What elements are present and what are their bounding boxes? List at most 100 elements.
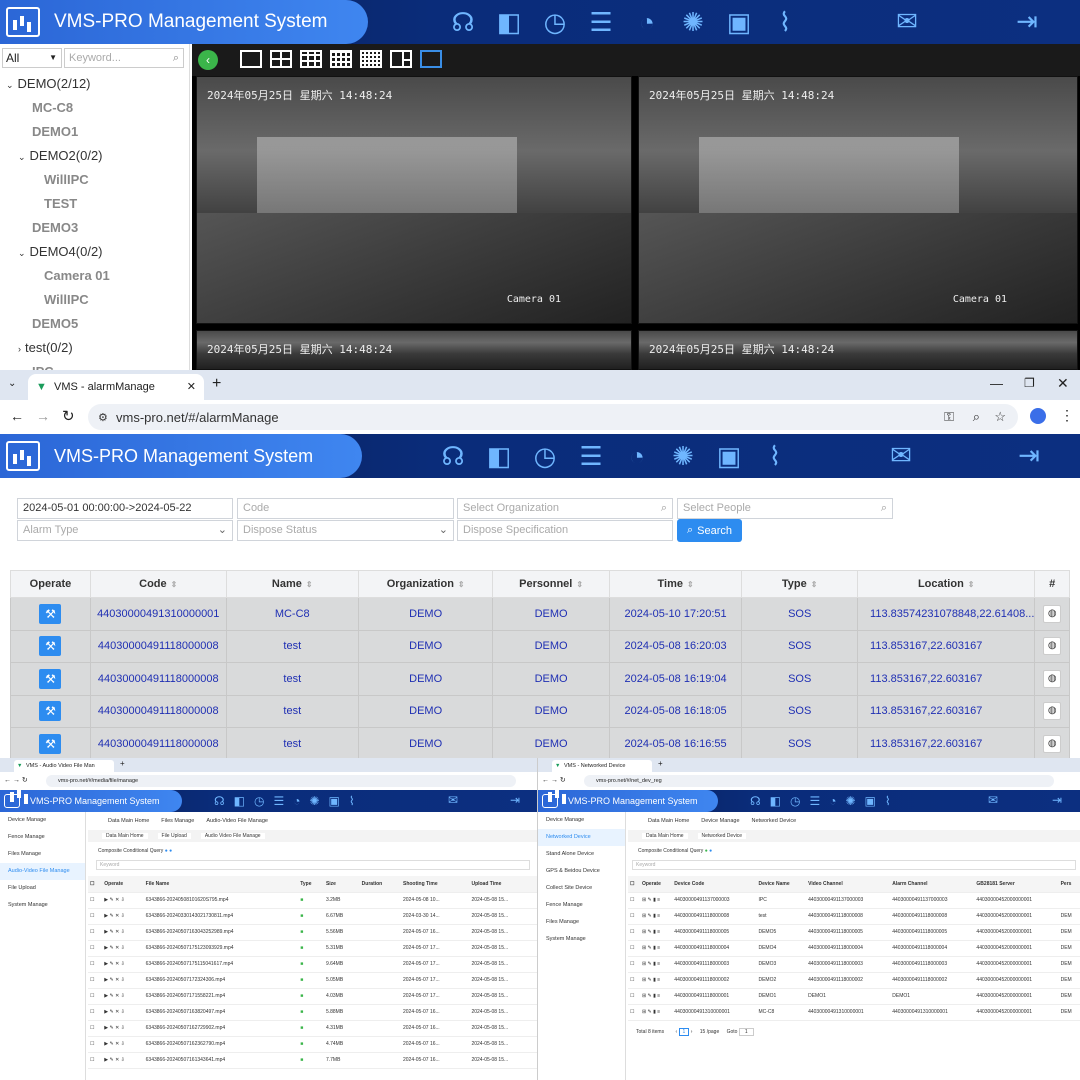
chevron-down-icon[interactable]: ⌄ <box>6 80 14 90</box>
sidebar-item[interactable]: System Manage <box>0 897 85 914</box>
sidebar-item[interactable]: Files Manage <box>0 846 85 863</box>
chevron-down-icon[interactable]: ⌄ <box>18 152 26 162</box>
close-window-icon[interactable]: ✕ <box>1057 375 1069 392</box>
fullscreen-icon[interactable] <box>420 50 442 68</box>
tree-node[interactable]: DEMO5 <box>18 316 78 331</box>
sidebar-item[interactable]: System Manage <box>538 931 625 948</box>
ai-screen-icon[interactable]: ▣ <box>706 443 752 469</box>
netdev-browser-tab[interactable]: ▼ VMS - Networked Device <box>552 760 652 772</box>
row-actions-icons[interactable]: ⊞ ✎ ▮ ≡ <box>639 1004 673 1021</box>
chevron-down-icon[interactable]: ⌄ <box>18 248 26 258</box>
dispose-specification-input[interactable]: Dispose Specification <box>457 520 673 541</box>
row-actions-icons[interactable]: ⊞ ✎ ▮ ≡ <box>639 892 673 909</box>
history-icon[interactable]: ◷ <box>532 9 578 35</box>
logout-icon[interactable]: ⇥ <box>492 794 537 806</box>
sidebar-item[interactable]: GPS & Beidou Device <box>538 863 625 880</box>
row-checkbox[interactable]: ☐ <box>628 924 640 941</box>
table-row[interactable]: ☐ ⊞ ✎ ▮ ≡ 44030000491310000001 MC-C8 4403000… <box>628 1004 1080 1021</box>
back-arrow-icon[interactable]: ← → ↻ <box>4 776 28 784</box>
pie-chart-icon[interactable]: ◔ <box>624 9 670 35</box>
globe-icon[interactable]: ◍ <box>1043 637 1062 656</box>
message-icon[interactable]: ✉ <box>430 794 476 806</box>
row-checkbox[interactable]: ☐ <box>88 1036 103 1053</box>
history-icon[interactable]: ◷ <box>522 443 568 469</box>
tree-node[interactable]: MC-C8 <box>18 100 73 115</box>
headset-icon[interactable]: ☊ <box>440 9 486 35</box>
table-row[interactable]: ⚒ 44030000491118000008 test DEMO DEMO 2024-05… <box>10 727 1070 758</box>
date-range-picker[interactable]: 2024-05-01 00:00:00->2024-05-22 00:00:00… <box>17 498 233 533</box>
back-arrow-icon[interactable]: ← → ↻ <box>542 776 566 784</box>
row-checkbox[interactable]: ☐ <box>88 1052 103 1069</box>
column-header[interactable]: # <box>1034 570 1070 598</box>
row-checkbox[interactable]: ☐ <box>628 988 640 1005</box>
column-header[interactable]: GB28181 Server <box>974 876 1059 893</box>
sidebar-item[interactable]: Collect Site Device <box>538 880 625 897</box>
column-header[interactable]: Type ⇕ <box>741 570 859 598</box>
row-checkbox[interactable]: ☐ <box>628 908 640 925</box>
breadcrumb-item[interactable]: Data Main Home <box>648 818 689 824</box>
pie-chart-icon[interactable]: ◔ <box>614 443 660 469</box>
breadcrumb-item[interactable]: Device Manage <box>701 818 739 824</box>
row-actions-icons[interactable]: ▶ ✎ ✕ ⇩ <box>102 956 144 973</box>
row-checkbox[interactable]: ☐ <box>88 940 103 957</box>
column-header[interactable]: Operate <box>102 876 144 893</box>
row-actions-icons[interactable]: ⊞ ✎ ▮ ≡ <box>639 988 673 1005</box>
sidebar-item[interactable]: Networked Device <box>538 829 625 846</box>
sidebar-item[interactable]: Device Manage <box>538 812 625 829</box>
table-row[interactable]: ☐ ▶ ✎ ✕ ⇩ 6343866-20240330143021730811.mp4… <box>88 908 537 925</box>
sidebar-item[interactable]: Fence Manage <box>538 897 625 914</box>
table-row[interactable]: ☐ ⊞ ✎ ▮ ≡ 44030000491118000004 DEMO4 4403000… <box>628 940 1080 957</box>
row-checkbox[interactable]: ☐ <box>628 972 640 989</box>
files-browser-tab[interactable]: ▼ VMS - Audio Video File Man <box>14 760 114 772</box>
chevron-right-icon[interactable]: › <box>18 344 21 354</box>
reset-icon[interactable]: ● <box>169 848 172 854</box>
video-tile[interactable]: 2024年05月25日 星期六 14:48:24 <box>638 330 1078 370</box>
sub-tab[interactable]: Data Main Home <box>102 833 148 839</box>
column-header[interactable]: Operate <box>10 570 91 598</box>
sub-tab[interactable]: Data Main Home <box>642 833 688 839</box>
message-icon[interactable]: ✉ <box>884 8 930 34</box>
row-checkbox[interactable]: ☐ <box>628 892 640 909</box>
row-actions-icons[interactable]: ▶ ✎ ✕ ⇩ <box>102 940 144 957</box>
keyword-input[interactable]: Keyword <box>96 860 530 870</box>
sidebar-item[interactable]: Fence Manage <box>0 829 85 846</box>
table-row[interactable]: ☐ ⊞ ✎ ▮ ≡ 44030000491137000003 IPC 440300004… <box>628 892 1080 909</box>
bookmark-star-icon[interactable]: ☆ <box>994 409 1006 425</box>
row-actions-icons[interactable]: ▶ ✎ ✕ ⇩ <box>102 892 144 909</box>
row-checkbox[interactable]: ☐ <box>88 1004 103 1021</box>
organization-select[interactable]: Select Organization ⌕ <box>457 498 673 519</box>
column-header[interactable]: Device Code <box>672 876 757 893</box>
row-checkbox[interactable]: ☐ <box>88 908 103 925</box>
column-header[interactable]: Code ⇕ <box>89 570 227 598</box>
camera-icon[interactable]: ◧ <box>486 9 532 35</box>
video-tile[interactable]: 2024年05月25日 星期六 14:48:24 Camera 01 <box>196 76 632 324</box>
row-actions-icons[interactable]: ▶ ✎ ✕ ⇩ <box>102 1036 144 1053</box>
layout-6-icon[interactable] <box>390 50 412 68</box>
breadcrumb-item[interactable]: Data Main Home <box>108 818 149 824</box>
keyword-input[interactable]: Keyword... ⌕ <box>64 48 184 68</box>
message-icon[interactable]: ✉ <box>878 442 924 468</box>
column-header[interactable]: Operate <box>639 876 673 893</box>
sort-icon[interactable]: ⇕ <box>171 580 178 589</box>
camera-icon[interactable]: ◧ <box>476 443 522 469</box>
restore-icon[interactable]: ❐ <box>1024 376 1035 390</box>
table-row[interactable]: ☐ ▶ ✎ ✕ ⇩ 6343866-20240507175115041617.mp4… <box>88 956 537 973</box>
logout-icon[interactable]: ⇥ <box>1004 8 1050 34</box>
reload-icon[interactable]: ↻ <box>62 407 75 425</box>
breadcrumb-item[interactable]: Audio-Video File Manage <box>206 818 268 824</box>
row-actions-icons[interactable]: ▶ ✎ ✕ ⇩ <box>102 1020 144 1037</box>
sort-icon[interactable]: ⇕ <box>576 580 583 589</box>
sub-tab[interactable]: File Upload <box>157 833 191 839</box>
row-actions-icons[interactable]: ▶ ✎ ✕ ⇩ <box>102 1052 144 1069</box>
logout-icon[interactable]: ⇥ <box>1006 442 1052 468</box>
video-tile[interactable]: 2024年05月25日 星期六 14:48:24 Camera 01 <box>638 76 1078 324</box>
column-header[interactable]: Location ⇕ <box>857 570 1036 598</box>
row-actions-icons[interactable]: ▶ ✎ ✕ ⇩ <box>102 908 144 925</box>
column-header[interactable]: File Name <box>143 876 299 893</box>
column-header[interactable]: Name ⇕ <box>225 570 359 598</box>
code-input[interactable]: Code <box>237 498 454 519</box>
database-icon[interactable]: ☰ <box>568 443 614 469</box>
column-header[interactable]: Personnel ⇕ <box>492 570 610 598</box>
goto-input[interactable]: 1 <box>738 1027 754 1036</box>
row-actions-icons[interactable]: ⊞ ✎ ▮ ≡ <box>639 940 673 957</box>
